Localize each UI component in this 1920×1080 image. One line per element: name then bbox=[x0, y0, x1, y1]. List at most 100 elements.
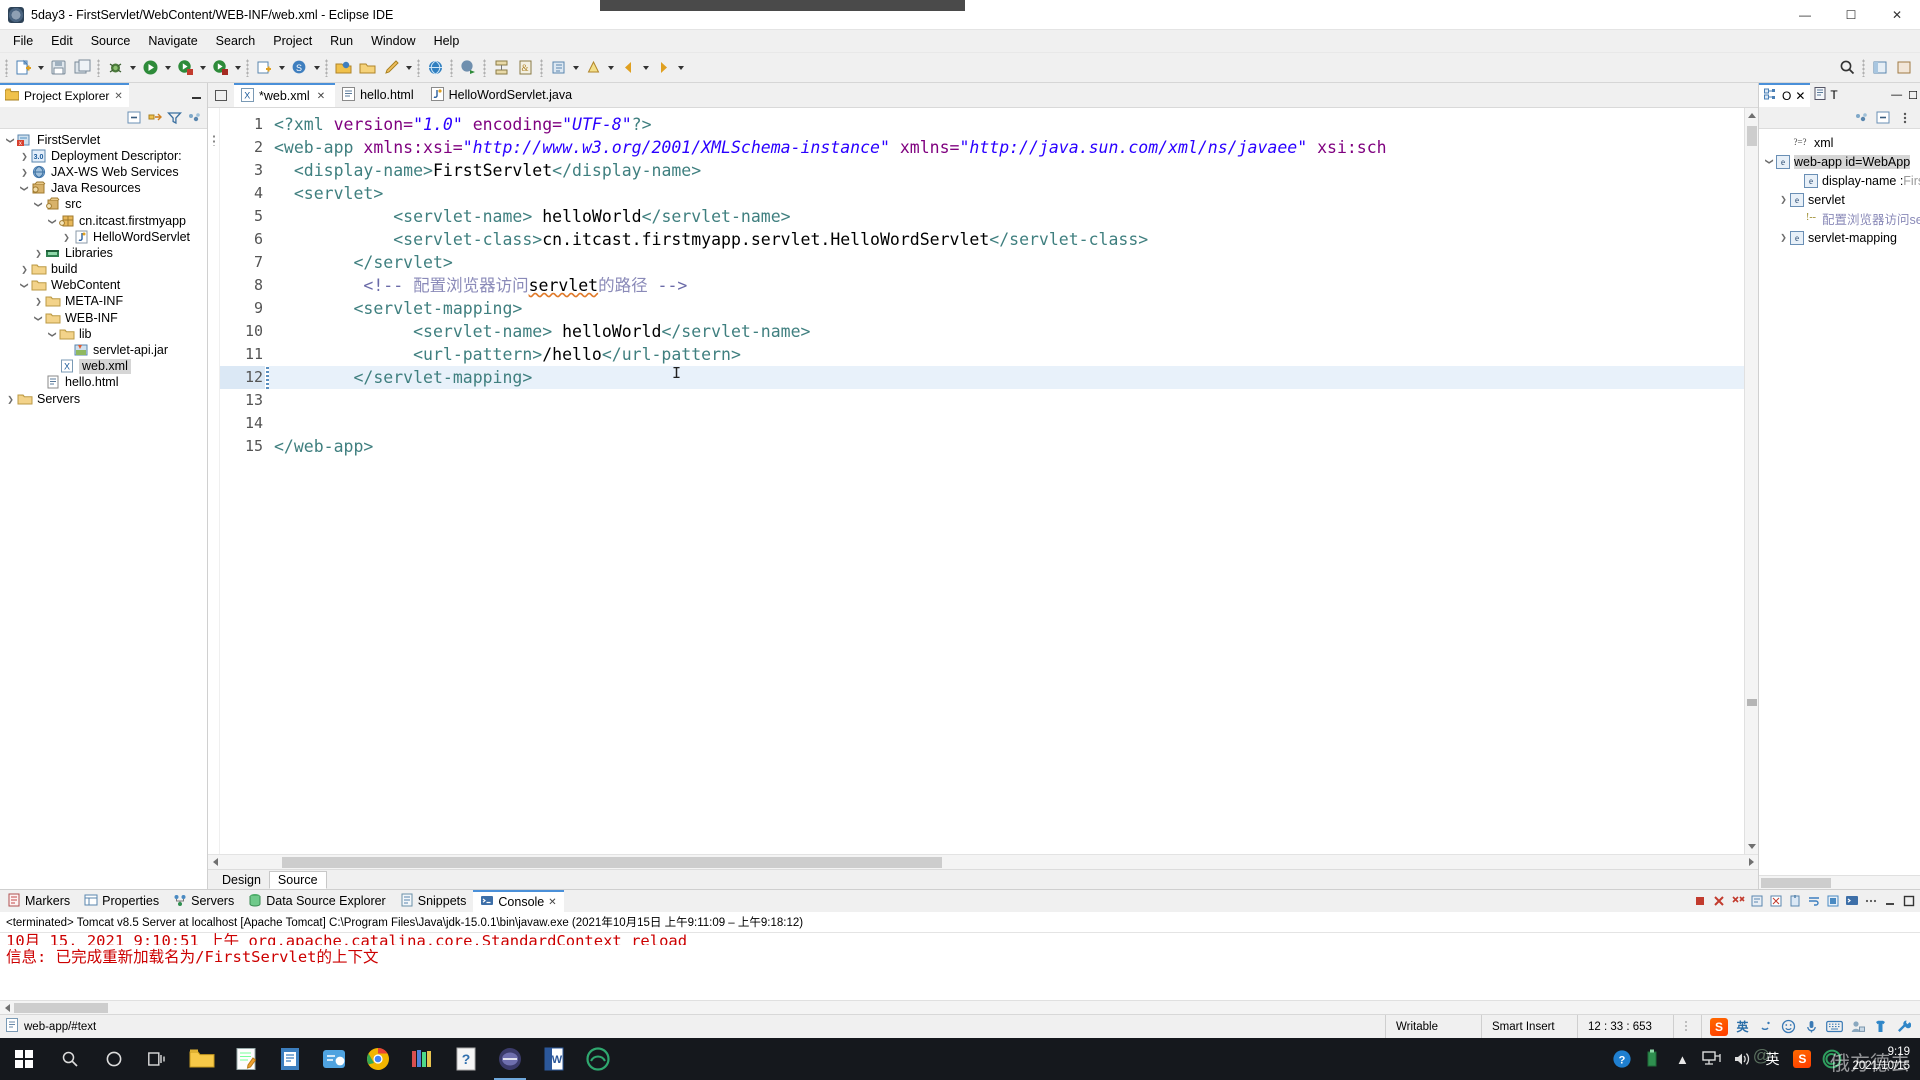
menu-edit[interactable]: Edit bbox=[42, 31, 82, 51]
mic-icon[interactable] bbox=[1803, 1018, 1820, 1035]
restore-editor-icon[interactable] bbox=[208, 83, 234, 107]
open-type-icon[interactable] bbox=[332, 57, 354, 79]
cortana-button[interactable] bbox=[92, 1038, 136, 1080]
code-line[interactable]: <web-app xmlns:xsi="http://www.w3.org/20… bbox=[266, 136, 1744, 159]
expand-arrow-icon[interactable] bbox=[46, 214, 59, 228]
tree-item-deployment-descriptor[interactable]: 3.0 Deployment Descriptor: bbox=[0, 148, 207, 164]
close-icon[interactable]: ✕ bbox=[317, 91, 325, 102]
view-filter-icon[interactable] bbox=[165, 109, 183, 127]
tree-item-libraries[interactable]: Libraries bbox=[0, 245, 207, 261]
forward-dropdown-icon[interactable] bbox=[675, 57, 686, 79]
outline-item-servlet[interactable]: e servlet bbox=[1759, 190, 1920, 209]
word-button[interactable]: W bbox=[532, 1038, 576, 1080]
usb-device-icon[interactable] bbox=[1642, 1049, 1662, 1069]
toolbar-grip-right[interactable] bbox=[1862, 58, 1865, 77]
expand-arrow-icon[interactable] bbox=[18, 279, 31, 293]
tree-item-cn-itcast-firstmyapp[interactable]: cn.itcast.firstmyapp bbox=[0, 213, 207, 229]
prev-annotation-icon[interactable] bbox=[582, 57, 604, 79]
console-tab-servers[interactable]: Servers bbox=[166, 890, 241, 912]
quick-access-icon[interactable] bbox=[380, 57, 402, 79]
annotation-icon[interactable]: & bbox=[514, 57, 536, 79]
minimize-view-icon[interactable] bbox=[190, 89, 203, 101]
next-annotation-dropdown-icon[interactable] bbox=[570, 57, 581, 79]
new-server-dropdown-icon[interactable] bbox=[276, 57, 287, 79]
chrome-button[interactable] bbox=[356, 1038, 400, 1080]
tab-hellowordservlet-java[interactable]: HelloWordServlet.java bbox=[423, 83, 583, 107]
tree-item-webcontent[interactable]: WebContent bbox=[0, 278, 207, 294]
tab-outline[interactable]: O ✕ bbox=[1759, 83, 1811, 107]
console-hscroll-thumb[interactable] bbox=[14, 1003, 108, 1013]
back-dropdown-icon[interactable] bbox=[640, 57, 651, 79]
maximize-button[interactable]: ☐ bbox=[1828, 0, 1874, 30]
expand-arrow-icon[interactable] bbox=[32, 295, 45, 309]
link-with-editor-icon[interactable] bbox=[145, 109, 163, 127]
code-line[interactable]: <display-name>FirstServlet</display-name… bbox=[266, 159, 1744, 182]
run-external-dropdown-icon[interactable] bbox=[197, 57, 208, 79]
console-tab-console[interactable]: Console ✕ bbox=[473, 890, 564, 912]
menu-source[interactable]: Source bbox=[82, 31, 140, 51]
menu-navigate[interactable]: Navigate bbox=[139, 31, 206, 51]
expand-arrow-icon[interactable] bbox=[18, 182, 31, 196]
expand-arrow-icon[interactable] bbox=[18, 165, 31, 179]
expand-arrow-icon[interactable] bbox=[32, 198, 45, 212]
wechat-button[interactable] bbox=[312, 1038, 356, 1080]
code-line[interactable]: <servlet-mapping> bbox=[266, 297, 1744, 320]
minimize-view-icon[interactable]: — bbox=[1891, 89, 1902, 101]
editor-vertical-scrollbar[interactable] bbox=[1744, 108, 1758, 854]
new-wizard-icon[interactable] bbox=[12, 57, 34, 79]
expand-arrow-icon[interactable] bbox=[32, 246, 45, 260]
search-dropdown-icon[interactable] bbox=[311, 57, 322, 79]
tree-item-firstservlet[interactable]: x FirstServlet bbox=[0, 132, 207, 148]
menu-help[interactable]: Help bbox=[425, 31, 469, 51]
tree-item-src[interactable]: src bbox=[0, 197, 207, 213]
expand-arrow-icon[interactable] bbox=[46, 327, 59, 341]
code-line[interactable]: </servlet> bbox=[266, 251, 1744, 274]
prev-annotation-dropdown-icon[interactable] bbox=[605, 57, 616, 79]
next-annotation-icon[interactable] bbox=[547, 57, 569, 79]
start-button[interactable] bbox=[0, 1038, 48, 1080]
toolbar-grip-2[interactable] bbox=[97, 58, 100, 77]
emoji-icon[interactable] bbox=[1780, 1018, 1797, 1035]
hscroll-track[interactable] bbox=[222, 855, 1744, 870]
show-hidden-icons-chevron[interactable]: ▲ bbox=[1672, 1049, 1692, 1069]
view-menu-icon[interactable] bbox=[1862, 892, 1880, 910]
sogou-tray-icon[interactable]: S bbox=[1792, 1049, 1812, 1069]
save-icon[interactable] bbox=[47, 57, 69, 79]
outline-tree[interactable]: ?=?xmleweb-app id=WebAppedisplay-name : … bbox=[1759, 129, 1920, 875]
scroll-up-icon[interactable] bbox=[1748, 113, 1756, 118]
file-explorer-button[interactable] bbox=[180, 1038, 224, 1080]
outline-item-web-app-id-webapp[interactable]: e web-app id=WebApp bbox=[1759, 152, 1920, 171]
maximize-icon[interactable] bbox=[1900, 892, 1918, 910]
hierarchy-icon[interactable] bbox=[490, 57, 512, 79]
skin-icon[interactable] bbox=[1872, 1018, 1889, 1035]
debug-dropdown-icon[interactable] bbox=[127, 57, 138, 79]
view-menu-icon[interactable] bbox=[185, 109, 203, 127]
pdf-reader-button[interactable] bbox=[268, 1038, 312, 1080]
toolbar-grip-5[interactable] bbox=[417, 58, 420, 77]
edge-button[interactable] bbox=[576, 1038, 620, 1080]
tree-item-java-resources[interactable]: Java Resources bbox=[0, 181, 207, 197]
horizontal-scroll-thumb[interactable] bbox=[282, 856, 942, 868]
keyboard-icon[interactable] bbox=[1826, 1018, 1843, 1035]
tree-item-servers[interactable]: Servers bbox=[0, 391, 207, 407]
expand-arrow-icon[interactable] bbox=[4, 392, 17, 406]
console-tab-properties[interactable]: Properties bbox=[77, 890, 166, 912]
menu-search[interactable]: Search bbox=[207, 31, 265, 51]
open-perspective-icon[interactable] bbox=[1869, 57, 1891, 79]
outline-item-serv[interactable]: !-- 配置浏览器访问serv bbox=[1759, 209, 1920, 228]
code-line[interactable]: <servlet> bbox=[266, 182, 1744, 205]
folding-ruler[interactable] bbox=[208, 108, 220, 854]
close-icon[interactable]: ✕ bbox=[1795, 89, 1805, 103]
word-wrap-icon[interactable] bbox=[1805, 892, 1823, 910]
tab-source[interactable]: Source bbox=[268, 870, 327, 889]
menu-file[interactable]: File bbox=[4, 31, 42, 51]
network-icon[interactable] bbox=[1702, 1049, 1722, 1069]
outline-item-display-name[interactable]: e display-name : Firs bbox=[1759, 171, 1920, 190]
tree-item-hello-html[interactable]: hello.html bbox=[0, 375, 207, 391]
menu-window[interactable]: Window bbox=[362, 31, 424, 51]
profile-dropdown-icon[interactable] bbox=[232, 57, 243, 79]
search-global-icon[interactable]: S bbox=[288, 57, 310, 79]
taskbar-clock[interactable]: 9:19 2021/10/15 bbox=[1852, 1045, 1914, 1073]
open-browser-icon[interactable] bbox=[424, 57, 446, 79]
user-icon[interactable] bbox=[1849, 1018, 1866, 1035]
